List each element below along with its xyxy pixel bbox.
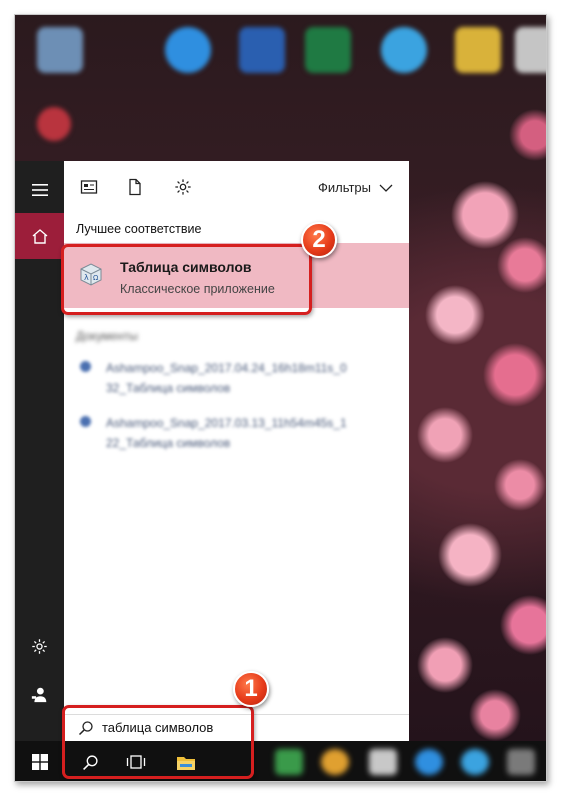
documents-header: Документы — [76, 329, 138, 343]
document-result[interactable]: Ashampoo_Snap_2017.04.24_16h18m11s_0 32_… — [76, 358, 396, 400]
taskbar-app-icon[interactable] — [275, 749, 303, 775]
desktop-app-icon[interactable] — [37, 107, 71, 141]
settings-button[interactable] — [15, 623, 64, 669]
gear-icon — [175, 179, 191, 195]
apps-list-icon — [80, 180, 98, 194]
desktop-app-icon[interactable] — [455, 27, 501, 73]
home-icon — [32, 228, 47, 244]
taskbar-app-icon[interactable] — [321, 749, 349, 775]
start-button[interactable] — [17, 741, 63, 781]
apps-filter-button[interactable] — [80, 178, 100, 198]
document-icon — [129, 178, 141, 196]
taskbar-app-icon[interactable] — [415, 749, 443, 775]
document-name-line1: Ashampoo_Snap_2017.04.24_16h18m11s_0 — [106, 361, 347, 375]
taskbar-app-icon[interactable] — [369, 749, 397, 775]
start-left-rail — [15, 161, 64, 741]
user-account-button[interactable] — [15, 671, 64, 717]
document-result[interactable]: Ashampoo_Snap_2017.03.13_11h54m45s_1 22_… — [76, 413, 396, 455]
document-name-line2: 22_Таблица символов — [106, 436, 231, 450]
desktop-app-icon[interactable] — [381, 27, 427, 73]
taskbar-app-icon[interactable] — [461, 749, 489, 775]
desktop-app-icon[interactable] — [37, 27, 83, 73]
filters-label: Фильтры — [317, 180, 371, 195]
step2-badge: 2 — [301, 222, 337, 258]
document-name-line2: 32_Таблица символов — [106, 381, 231, 395]
step1-highlight-box — [62, 705, 254, 779]
gear-icon — [32, 638, 47, 654]
step2-highlight-box — [61, 244, 312, 315]
screenshot-frame: Фильтры Лучшее соответствие λ Ω Таблица … — [14, 14, 547, 782]
search-filter-toolbar: Фильтры — [64, 161, 409, 213]
desktop-app-icon[interactable] — [239, 27, 285, 73]
taskbar-app-icon[interactable] — [507, 749, 535, 775]
home-button[interactable] — [15, 213, 64, 259]
best-match-header: Лучшее соответствие — [76, 222, 202, 236]
desktop-app-icon[interactable] — [515, 27, 546, 73]
chevron-down-icon — [379, 184, 393, 192]
desktop-app-icon[interactable] — [305, 27, 351, 73]
settings-filter-button[interactable] — [174, 178, 194, 198]
step1-badge: 1 — [233, 671, 269, 707]
documents-filter-button[interactable] — [126, 178, 146, 198]
windows-logo-icon — [32, 754, 48, 770]
image-file-icon — [80, 416, 91, 427]
hamburger-icon — [31, 184, 48, 196]
desktop-icons-row — [15, 15, 546, 155]
document-name-line1: Ashampoo_Snap_2017.03.13_11h54m45s_1 — [106, 416, 347, 430]
hamburger-menu-button[interactable] — [15, 167, 64, 213]
person-icon — [31, 687, 47, 702]
image-file-icon — [80, 361, 91, 372]
desktop-app-icon[interactable] — [165, 27, 211, 73]
filters-dropdown[interactable]: Фильтры — [318, 180, 393, 195]
